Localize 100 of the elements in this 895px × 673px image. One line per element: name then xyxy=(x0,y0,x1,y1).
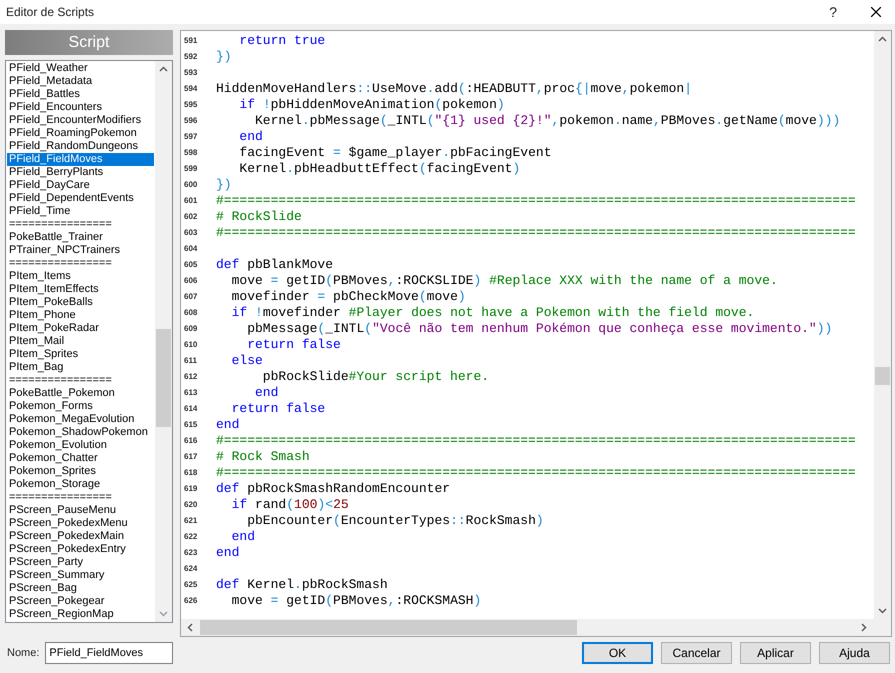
script-list-item[interactable]: Pokemon_Evolution xyxy=(7,439,154,452)
scrollbar[interactable] xyxy=(874,31,891,619)
script-list-item[interactable]: PField_FieldMoves xyxy=(7,153,154,166)
line-number: 609 xyxy=(183,323,198,335)
script-list-item[interactable]: PItem_PokeBalls xyxy=(7,296,154,309)
script-list-item[interactable]: PField_Encounters xyxy=(7,101,154,114)
dialog-button[interactable]: OK xyxy=(582,642,653,664)
scrollbar-thumb[interactable] xyxy=(156,329,171,427)
script-list-item[interactable]: PScreen_PokedexEntry xyxy=(7,543,154,556)
code-line: else xyxy=(230,353,263,369)
code-line: # RockSlide xyxy=(216,209,302,225)
dialog-button[interactable]: Cancelar xyxy=(661,642,732,664)
line-number: 604 xyxy=(183,243,198,255)
script-list-item[interactable]: PItem_Items xyxy=(7,270,154,283)
code-line: pbEncounter(EncounterTypes::RockSmash) xyxy=(246,513,544,529)
script-list-item[interactable]: PTrainer_NPCTrainers xyxy=(7,244,154,257)
line-number: 600 xyxy=(183,179,198,191)
script-list-item[interactable]: PField_Battles xyxy=(7,88,154,101)
script-list-item[interactable]: ================ xyxy=(7,218,154,231)
line-number: 615 xyxy=(183,419,198,431)
line-number: 617 xyxy=(183,451,198,463)
name-label: Nome: xyxy=(7,646,40,661)
code-line: Kernel.pbHeadbuttEffect(facingEvent) xyxy=(238,161,520,177)
script-list-item[interactable]: PField_Metadata xyxy=(7,75,154,88)
code-line: #================================================================================= xyxy=(216,433,856,449)
code-line: end xyxy=(238,129,263,145)
script-list-item[interactable]: Pokemon_Storage xyxy=(7,478,154,491)
dialog-button[interactable]: Ajuda xyxy=(819,642,890,664)
scroll-down-icon[interactable] xyxy=(878,608,887,614)
script-list-item[interactable]: PField_DependentEvents xyxy=(7,192,154,205)
line-number: 620 xyxy=(183,499,198,511)
script-list-item[interactable]: Pokemon_Chatter xyxy=(7,452,154,465)
script-list-item[interactable]: PScreen_Bag xyxy=(7,582,154,595)
code-line: move = getID(PBMoves,:ROCKSMASH) xyxy=(230,593,482,609)
line-number: 607 xyxy=(183,291,198,303)
scrollbar-thumb[interactable] xyxy=(200,620,577,635)
line-number: 616 xyxy=(183,435,198,447)
script-list-item[interactable]: PItem_Bag xyxy=(7,361,154,374)
scroll-up-icon[interactable] xyxy=(159,66,168,72)
name-field[interactable]: PField_FieldMoves xyxy=(45,642,174,664)
line-number: 606 xyxy=(183,275,198,287)
code-line: if !movefinder #Player does not have a Pokemon with the field move. xyxy=(230,305,754,321)
scroll-right-icon[interactable] xyxy=(861,623,867,632)
script-list-item[interactable]: Pokemon_Sprites xyxy=(7,465,154,478)
line-number: 612 xyxy=(183,371,198,383)
code-line: end xyxy=(216,545,240,561)
script-list-item[interactable]: PScreen_RegionMap xyxy=(7,608,154,621)
code-line: }) xyxy=(216,49,232,65)
line-number: 597 xyxy=(183,131,198,143)
code-line: #================================================================================= xyxy=(216,465,856,481)
script-list-item[interactable]: PScreen_Pokegear xyxy=(7,595,154,608)
close-icon[interactable] xyxy=(871,7,881,17)
scrollbar[interactable] xyxy=(181,619,891,636)
script-list-item[interactable]: PField_DayCare xyxy=(7,179,154,192)
script-list-item[interactable]: ================ xyxy=(7,491,154,504)
scroll-up-icon[interactable] xyxy=(878,36,887,42)
script-list-item[interactable]: ================ xyxy=(7,374,154,387)
line-number: 608 xyxy=(183,307,198,319)
window-title: Editor de Scripts xyxy=(6,4,96,21)
dialog-button[interactable]: Aplicar xyxy=(740,642,811,664)
script-list-item[interactable]: PItem_Sprites xyxy=(7,348,154,361)
help-button[interactable]: ? xyxy=(829,2,837,22)
script-list-item[interactable]: PScreen_PauseMenu xyxy=(7,504,154,517)
script-list-item[interactable]: PokeBattle_Pokemon xyxy=(7,387,154,400)
code-line: end xyxy=(216,417,240,433)
scroll-left-icon[interactable] xyxy=(187,623,193,632)
scrollbar[interactable] xyxy=(155,61,172,622)
script-list-item[interactable]: PField_BerryPlants xyxy=(7,166,154,179)
line-number: 621 xyxy=(183,515,198,527)
script-list-item[interactable]: Pokemon_ShadowPokemon xyxy=(7,426,154,439)
line-number: 593 xyxy=(183,67,198,79)
script-list-item[interactable]: PItem_PokeRadar xyxy=(7,322,154,335)
script-list-item[interactable]: PField_Time xyxy=(7,205,154,218)
line-number: 611 xyxy=(183,355,198,367)
code-line: move = getID(PBMoves,:ROCKSLIDE) #Replace XXX with the name of a move. xyxy=(230,273,778,289)
script-list-item[interactable]: PField_EncounterModifiers xyxy=(7,114,154,127)
code-editor[interactable] xyxy=(180,30,892,637)
scrollbar-thumb[interactable] xyxy=(875,367,890,385)
script-list-item[interactable]: PScreen_PokedexMenu xyxy=(7,517,154,530)
script-list-item[interactable]: PItem_ItemEffects xyxy=(7,283,154,296)
script-list-item[interactable]: PField_RandomDungeons xyxy=(7,140,154,153)
line-number: 610 xyxy=(183,339,198,351)
code-line: return false xyxy=(230,401,326,417)
script-list-item[interactable]: ================ xyxy=(7,257,154,270)
script-list-item[interactable]: PItem_Mail xyxy=(7,335,154,348)
script-list-item[interactable]: PField_Weather xyxy=(7,62,154,75)
script-list-item[interactable]: PItem_Phone xyxy=(7,309,154,322)
line-number: 614 xyxy=(183,403,198,415)
line-number: 596 xyxy=(183,115,198,127)
script-list-item[interactable]: PokeBattle_Trainer xyxy=(7,231,154,244)
line-number: 603 xyxy=(183,227,198,239)
script-list-item[interactable]: PScreen_Summary xyxy=(7,569,154,582)
code-line: pbRockSlide#Your script here. xyxy=(262,369,490,385)
script-list-item[interactable]: Pokemon_MegaEvolution xyxy=(7,413,154,426)
code-line: Kernel.pbMessage(_INTL("{1} used {2}!",pokemon.name,PBMoves.getName(move))) xyxy=(254,113,840,129)
code-line: #================================================================================= xyxy=(216,193,856,209)
script-list-item[interactable]: PScreen_Party xyxy=(7,556,154,569)
script-list-item[interactable]: PField_RoamingPokemon xyxy=(7,127,154,140)
script-list-item[interactable]: PScreen_PokedexMain xyxy=(7,530,154,543)
script-list-item[interactable]: Pokemon_Forms xyxy=(7,400,154,413)
